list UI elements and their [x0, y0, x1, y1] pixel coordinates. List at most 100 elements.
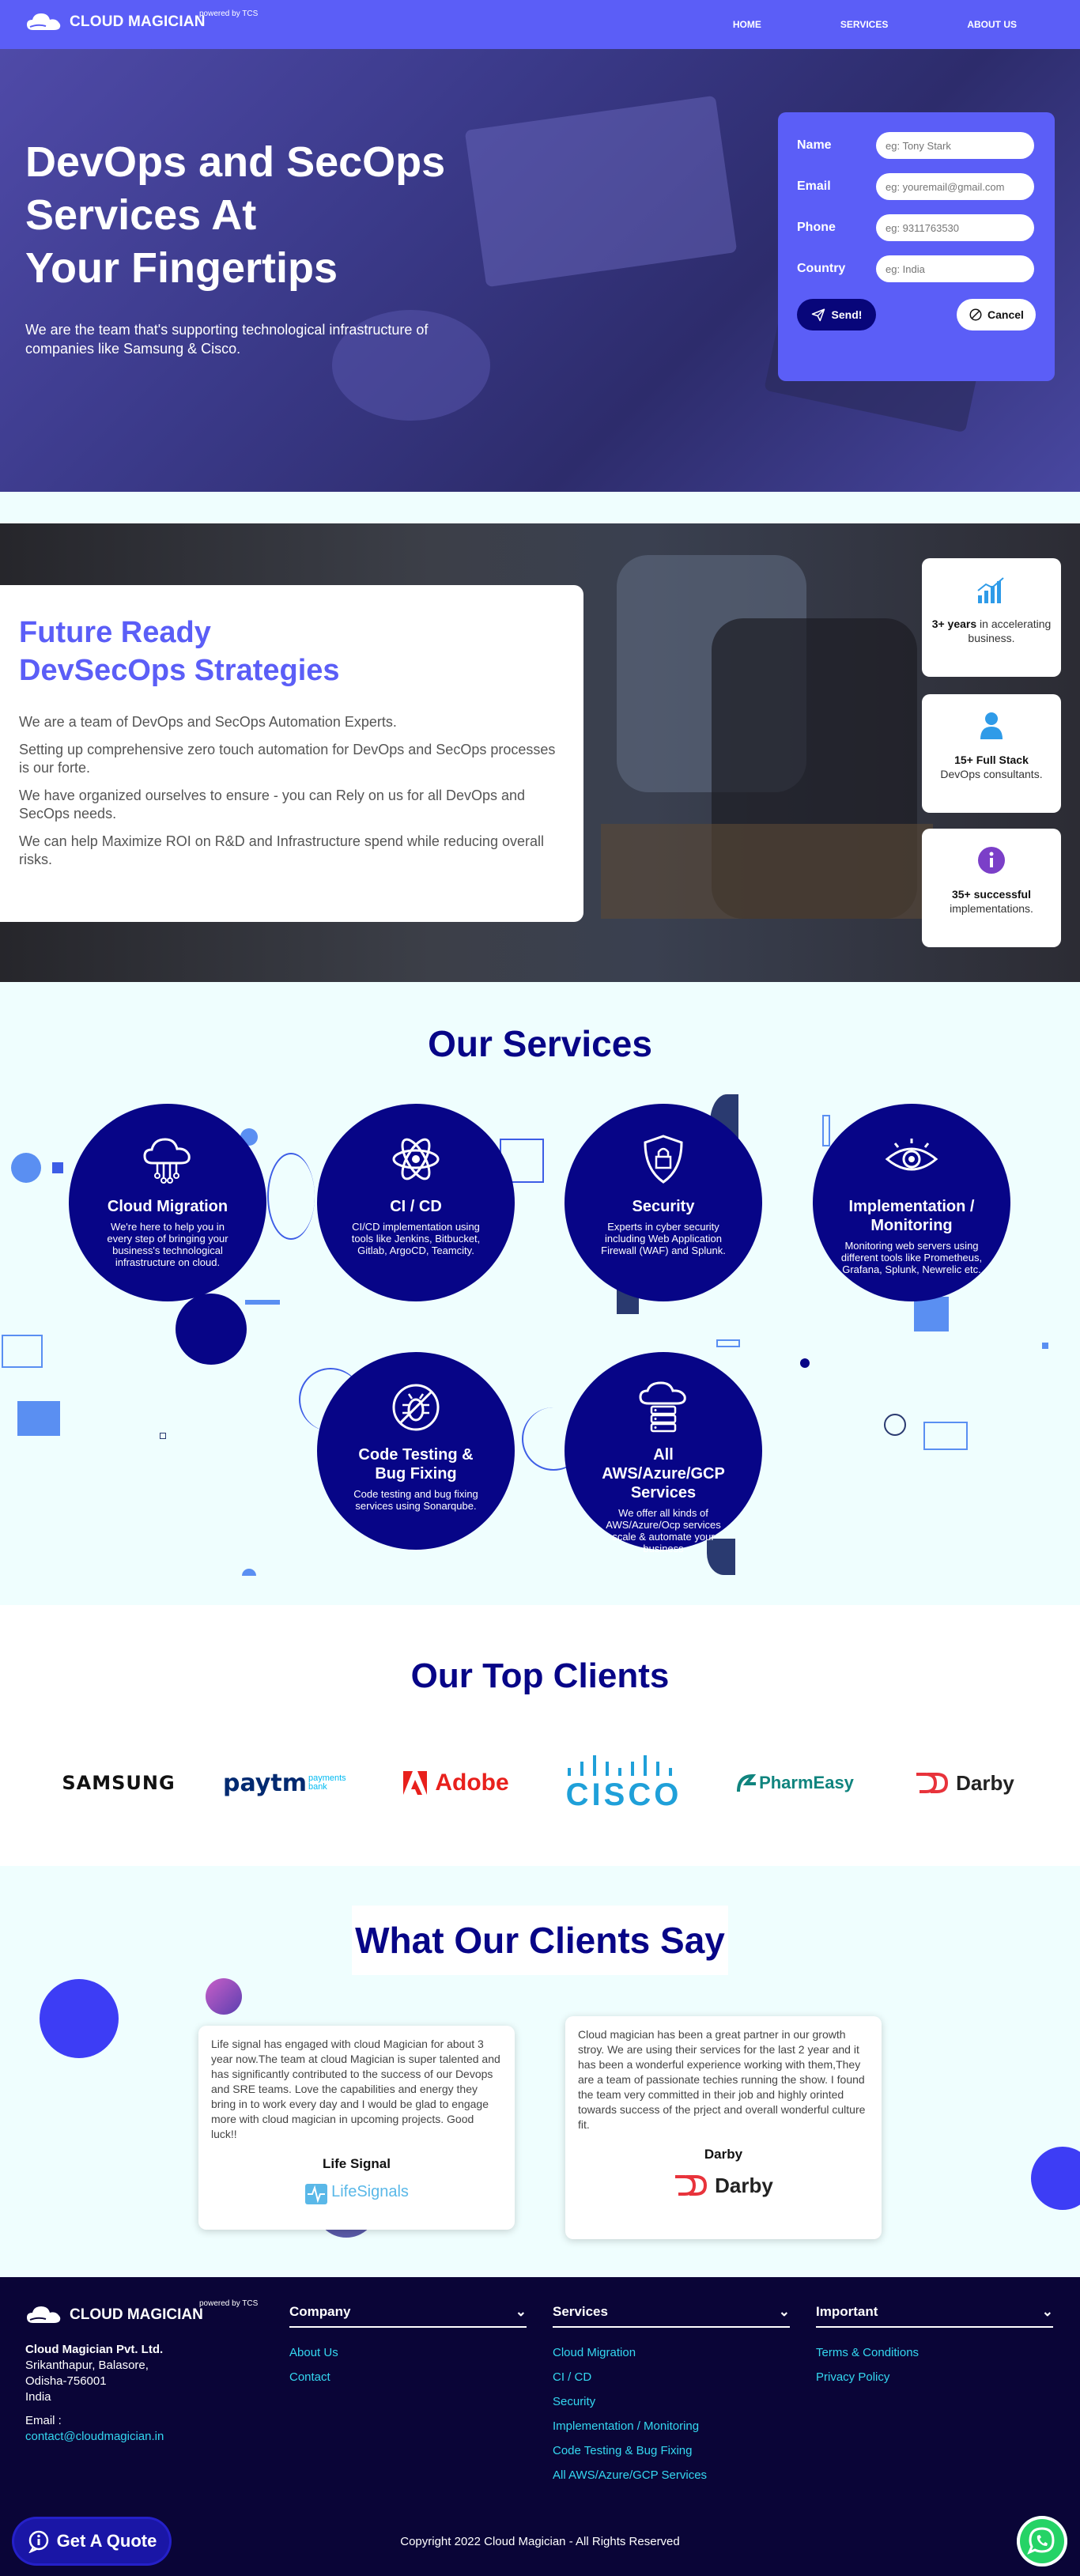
testimonial-name: Darby	[704, 2147, 743, 2162]
service-cloud-services[interactable]: All AWS/Azure/GCP Services We offer all …	[565, 1352, 762, 1554]
country-input[interactable]	[876, 255, 1034, 282]
address-line: Srikanthapur, Balasore,	[25, 2359, 149, 2372]
country-label: Country	[797, 262, 846, 275]
decor-outline-circle	[884, 1414, 906, 1436]
footer-link[interactable]: Code Testing & Bug Fixing	[553, 2443, 790, 2459]
send-label: Send!	[831, 308, 863, 321]
lifesignals-logo: LifeSignals	[211, 2183, 502, 2205]
whatsapp-button[interactable]	[1017, 2516, 1067, 2567]
services-title: Our Services	[428, 1023, 652, 1064]
address-line: Odisha-756001	[25, 2374, 107, 2388]
footer-col-header[interactable]: Company ⌄	[289, 2304, 527, 2328]
client-logo-adobe: Adobe	[392, 1751, 519, 1815]
service-desc: Experts in cyber security including Web …	[601, 1221, 726, 1256]
stat-bold: 35+ successful	[951, 888, 1031, 901]
decor-circle	[206, 1978, 242, 2015]
service-desc: Code testing and bug fixing services usi…	[353, 1488, 478, 1512]
adobe-logo: Adobe	[435, 1770, 509, 1796]
decor-outline-square	[2, 1335, 43, 1368]
footer-col-header[interactable]: Services ⌄	[553, 2304, 790, 2328]
service-title: Cloud Migration	[107, 1198, 228, 1215]
footer-link[interactable]: Security	[553, 2394, 790, 2410]
cisco-logo: CISCO	[565, 1777, 682, 1812]
future-title-line: DevSecOps Strategies	[19, 654, 340, 687]
footer-link[interactable]: Implementation / Monitoring	[553, 2419, 790, 2434]
footer-logo[interactable]: CLOUD MAGICIAN powered by TCS	[25, 2299, 258, 2326]
send-button[interactable]: Send!	[797, 299, 876, 330]
chevron-down-icon: ⌄	[778, 2304, 790, 2319]
decor-outline-square	[923, 1422, 968, 1450]
nav-home[interactable]: HOME	[733, 19, 761, 30]
stat-text: 3+ years in accelerating business.	[922, 617, 1061, 645]
name-label: Name	[797, 138, 832, 152]
service-implementation-monitoring[interactable]: Implementation / Monitoring Monitoring w…	[813, 1104, 1010, 1301]
eye-icon	[836, 1127, 987, 1191]
testimonials-title: What Our Clients Say	[352, 1906, 728, 1975]
decor-circle	[40, 1979, 119, 2058]
phone-input[interactable]	[876, 214, 1034, 241]
stat-card-years: 3+ years in accelerating business.	[922, 558, 1061, 677]
info-icon	[974, 843, 1009, 878]
email-label: Email	[797, 179, 831, 193]
service-code-testing[interactable]: Code Testing & Bug Fixing Code testing a…	[317, 1352, 515, 1550]
hero-title-line: Services At	[25, 191, 257, 239]
form-row-name: Name	[797, 131, 1036, 160]
stat-bold: 3+ years	[931, 618, 977, 630]
nav-about-us[interactable]: ABOUT US	[967, 19, 1017, 30]
future-ready-card: Future Ready DevSecOps Strategies We are…	[0, 585, 583, 922]
clients-title: Our Top Clients	[410, 1656, 670, 1695]
client-logo-samsung: SAMSUNG	[55, 1751, 182, 1815]
footer-link[interactable]: Contact	[289, 2370, 527, 2385]
decor-circle	[176, 1294, 247, 1365]
darby-logo: Darby	[578, 2174, 869, 2198]
footer-link[interactable]: About Us	[289, 2345, 527, 2361]
cisco-bars-icon	[568, 1755, 672, 1776]
client-logo-pharmeasy: PharmEasy	[727, 1751, 862, 1815]
email-input[interactable]	[876, 173, 1034, 200]
cloud-logo-icon	[27, 2306, 61, 2323]
service-cloud-migration[interactable]: Cloud Migration We're here to help you i…	[69, 1104, 266, 1301]
footer-link[interactable]: All AWS/Azure/GCP Services	[553, 2468, 790, 2483]
decor-circle	[11, 1153, 41, 1183]
footer-link[interactable]: Cloud Migration	[553, 2345, 790, 2361]
hero-title: DevOps and SecOps Services At Your Finge…	[25, 136, 500, 295]
decor-arc	[267, 1153, 315, 1240]
cancel-button[interactable]: Cancel	[957, 299, 1036, 330]
paytm-logo: paytm	[223, 1769, 307, 1797]
form-buttons: Send! Cancel	[797, 299, 1036, 330]
get-a-quote-label: Get A Quote	[56, 2531, 157, 2551]
cloud-server-icon	[593, 1376, 734, 1439]
samsung-logo: SAMSUNG	[62, 1772, 176, 1794]
pharmeasy-logo: PharmEasy	[759, 1773, 854, 1792]
shield-lock-icon	[596, 1127, 731, 1191]
testimonial-card: Cloud magician has been a great partner …	[565, 2016, 882, 2239]
service-security[interactable]: Security Experts in cyber security inclu…	[565, 1104, 762, 1301]
form-row-email: Email	[797, 172, 1036, 201]
email-link[interactable]: contact@cloudmagician.in	[25, 2430, 164, 2443]
future-title-line: Future Ready	[19, 616, 211, 649]
testimonial-text: Cloud magician has been a great partner …	[578, 2028, 866, 2131]
footer-address: Cloud Magician Pvt. Ltd. Srikanthapur, B…	[25, 2342, 163, 2405]
decor-bar	[245, 1300, 280, 1305]
form-row-phone: Phone	[797, 213, 1036, 242]
stat-rest: implementations.	[950, 902, 1033, 915]
site-logo[interactable]: CLOUD MAGICIAN powered by TCS	[25, 9, 258, 33]
client-logo-paytm: paytm payments bank	[223, 1751, 357, 1815]
nav-services[interactable]: SERVICES	[840, 19, 888, 30]
lifesignals-icon	[305, 2184, 328, 2204]
decor-blank	[805, 1278, 867, 1404]
service-ci-cd[interactable]: CI / CD CI/CD implementation using tools…	[317, 1104, 515, 1301]
name-input[interactable]	[876, 132, 1034, 159]
stat-text: 35+ successful implementations.	[922, 887, 1061, 916]
nav-links: HOME SERVICES ABOUT US	[733, 19, 1017, 30]
footer-link[interactable]: Privacy Policy	[816, 2370, 1053, 2385]
powered-by: powered by TCS	[199, 9, 259, 18]
stat-card-consultants: 15+ Full Stack DevOps consultants.	[922, 694, 1061, 813]
footer-link[interactable]: Terms & Conditions	[816, 2345, 1053, 2361]
testimonial-text: Life signal has engaged with cloud Magic…	[211, 2038, 500, 2140]
footer-link[interactable]: CI / CD	[553, 2370, 790, 2385]
decor-dot	[1042, 1343, 1048, 1349]
footer-col-header[interactable]: Important ⌄	[816, 2304, 1053, 2328]
send-icon	[811, 308, 825, 322]
get-a-quote-button[interactable]: Get A Quote	[14, 2519, 169, 2563]
